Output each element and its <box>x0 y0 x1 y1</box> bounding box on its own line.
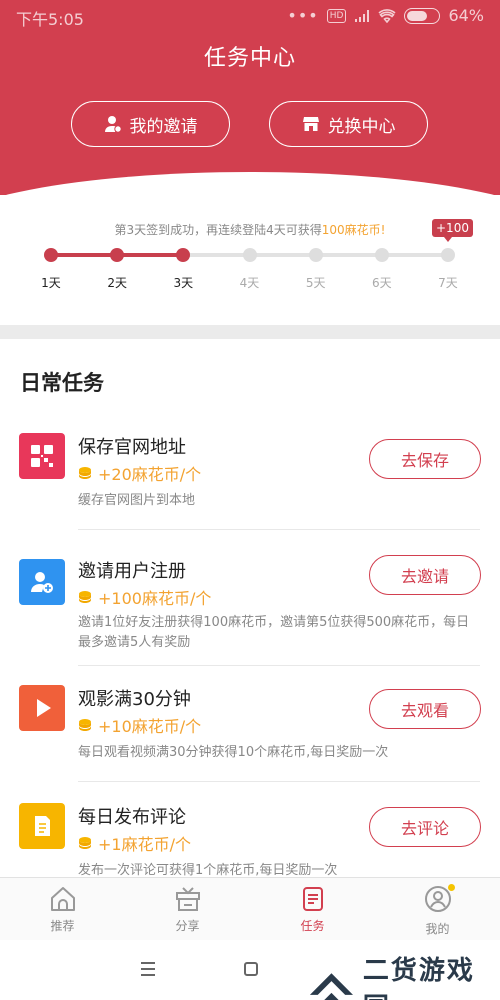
divider <box>78 665 480 666</box>
battery-icon <box>404 7 441 24</box>
play-icon <box>37 699 51 717</box>
watermark-text: 二货游戏园 <box>362 956 475 1000</box>
nav-item-profile[interactable]: 我的 <box>375 878 500 940</box>
task-name: 保存官网地址 <box>78 437 186 458</box>
comment-button[interactable]: 去评论 <box>369 807 481 847</box>
nav-item-recommend[interactable]: 推荐 <box>0 878 125 940</box>
coin-icon <box>79 467 91 479</box>
task-icon-bg <box>19 559 65 605</box>
network-badge: HD <box>326 8 347 23</box>
page-title: 任务中心 <box>203 46 296 71</box>
task-desc: 缓存官网图片到本地 <box>78 493 196 508</box>
task-icon-bg <box>19 803 65 849</box>
watermark-chevron-icon <box>309 973 353 1000</box>
day-dot <box>374 248 389 262</box>
task-reward-text: +20麻花币/个 <box>98 465 202 484</box>
day-label: 1天 <box>41 276 61 290</box>
day-dot <box>176 248 191 262</box>
day-dot <box>110 248 125 262</box>
signin-message-highlight: 100麻花币! <box>321 223 386 237</box>
task-icon <box>302 887 323 911</box>
day-dot <box>308 248 323 262</box>
notification-dot <box>447 884 455 891</box>
signin-message-text: 第3天签到成功，再连续登陆4天可获得 <box>114 223 322 237</box>
coin-icon <box>79 719 91 731</box>
watermark-logo: 二货游戏园 <box>306 950 500 1000</box>
qrcode-icon <box>31 445 53 467</box>
invite-button[interactable]: 去邀请 <box>369 555 481 595</box>
day-label: 4天 <box>239 276 260 290</box>
day-dot <box>441 248 455 262</box>
task-icon-bg <box>19 433 65 479</box>
watch-button[interactable]: 去观看 <box>369 689 481 729</box>
day-label: 5天 <box>305 276 326 290</box>
task-desc: 发布一次评论可获得1个麻花币,每日奖励一次 <box>78 863 338 877</box>
save-button[interactable]: 去保存 <box>369 439 481 479</box>
coin-icon <box>79 837 91 849</box>
nav-label: 任务 <box>300 919 325 933</box>
status-icons: ••• HD 64% <box>287 6 484 25</box>
battery-percent: 64% <box>448 6 484 25</box>
day-dot <box>44 248 58 262</box>
signin-message: 第3天签到成功，再连续登陆4天可获得100麻花币! <box>0 221 500 238</box>
daily-tasks-section: 日常任务 保存官网地址 +20麻花币/个 缓存官网图片到本地 去保存 邀请用户注… <box>0 339 500 877</box>
task-icon-bg <box>19 685 65 731</box>
system-nav-bar: 二货游戏园 <box>0 940 500 1000</box>
signal-icon <box>355 9 370 22</box>
task-name: 观影满30分钟 <box>78 689 191 710</box>
gift-icon <box>175 887 200 911</box>
exchange-center-button[interactable]: 兑换中心 <box>269 101 428 147</box>
nav-item-share[interactable]: 分享 <box>125 878 250 940</box>
status-bar: 下午5:05 ••• HD 64% <box>0 0 500 32</box>
task-name: 邀请用户注册 <box>78 561 186 582</box>
task-desc: 每日观看视频满30分钟获得10个麻花币,每日奖励一次 <box>78 745 389 760</box>
wifi-icon <box>378 8 396 23</box>
signin-card: 第3天签到成功，再连续登陆4天可获得100麻花币! +100 1天 2天 3天 4天 5… <box>0 195 500 325</box>
nav-label: 推荐 <box>50 919 75 933</box>
status-time: 下午5:05 <box>16 10 84 29</box>
signal-dots: ••• <box>287 6 319 25</box>
bonus-tag: +100 <box>432 219 473 242</box>
day-label: 3天 <box>173 276 194 290</box>
task-reward: +10麻花币/个 <box>78 713 201 737</box>
my-invites-label: 我的邀请 <box>129 116 198 137</box>
coin-icon <box>79 591 91 603</box>
my-invites-button[interactable]: 我的邀请 <box>71 101 230 147</box>
section-title: 日常任务 <box>20 371 104 395</box>
nav-label: 分享 <box>175 919 200 933</box>
avatar <box>423 884 455 920</box>
task-desc: 邀请1位好友注册获得100麻花币，邀请第5位获得500麻花币，每日最多邀请5人有… <box>78 615 470 650</box>
header-curve <box>0 172 500 195</box>
add-user-icon <box>31 572 53 593</box>
day-label: 6天 <box>372 276 392 290</box>
day-label: 2天 <box>107 276 127 290</box>
divider <box>78 781 480 782</box>
task-reward-text: +100麻花币/个 <box>98 589 212 608</box>
task-reward-text: +10麻花币/个 <box>98 717 202 736</box>
exchange-center-label: 兑换中心 <box>327 116 396 137</box>
task-reward: +1麻花币/个 <box>78 831 191 855</box>
bottom-nav: 推荐 分享 任务 我的 <box>0 877 500 940</box>
section-gap <box>0 325 500 339</box>
task-name: 每日发布评论 <box>78 807 186 828</box>
header: 下午5:05 ••• HD 64% 任务中心 我的邀请 兑换中心 <box>0 0 500 195</box>
document-icon <box>35 816 50 836</box>
nav-item-tasks[interactable]: 任务 <box>250 878 375 940</box>
invite-user-icon <box>104 116 122 133</box>
home-square-icon[interactable] <box>244 962 258 976</box>
home-icon <box>50 887 75 911</box>
day-dot <box>242 248 257 262</box>
task-reward: +100麻花币/个 <box>78 585 211 609</box>
task-reward-text: +1麻花币/个 <box>98 835 191 854</box>
divider <box>78 529 480 530</box>
menu-icon[interactable] <box>141 962 155 980</box>
store-icon <box>302 117 319 131</box>
nav-label: 我的 <box>425 922 450 936</box>
task-reward: +20麻花币/个 <box>78 461 201 485</box>
day-label: 7天 <box>438 276 458 290</box>
